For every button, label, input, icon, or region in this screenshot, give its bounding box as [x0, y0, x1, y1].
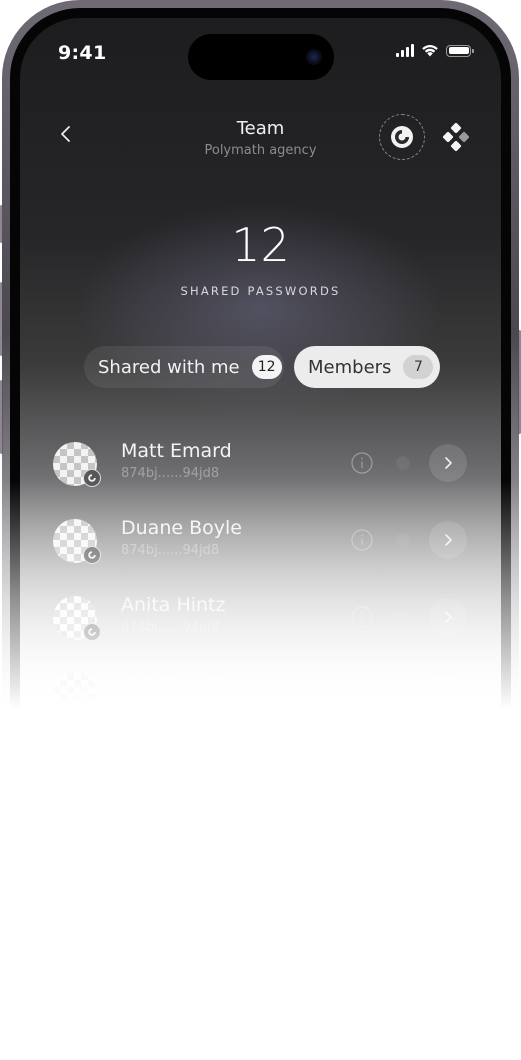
avatar — [53, 673, 97, 717]
app-logo-icon — [83, 469, 101, 487]
status-dot — [396, 456, 410, 470]
app-logo-icon — [83, 623, 101, 641]
tab-members[interactable]: Members 7 — [294, 346, 440, 388]
status-dot — [396, 610, 410, 624]
tab-label: Members — [308, 356, 392, 378]
cellular-signal-icon — [396, 44, 414, 57]
app-logo-icon — [391, 126, 413, 148]
page-subtitle: Polymath agency — [204, 143, 317, 158]
member-name: Matt Emard — [121, 440, 232, 462]
phone-screen: 9:41 Team Polymath agency 12 SHARED PASS… — [20, 18, 501, 740]
camera-icon — [306, 49, 322, 65]
battery-icon — [446, 44, 474, 57]
count-badge: 7 — [403, 355, 434, 379]
four-diamond-dots-icon[interactable] — [440, 121, 472, 153]
tab-shared-with-me[interactable]: Shared with me 12 — [84, 346, 284, 388]
list-item[interactable]: Jackie Ryan — [20, 667, 501, 727]
shared-password-label: SHARED PASSWORDS — [180, 284, 341, 298]
status-dot — [396, 533, 410, 547]
shared-password-count: 12 — [231, 218, 290, 272]
member-name: Anita Hintz — [121, 594, 226, 616]
info-icon[interactable] — [350, 451, 374, 475]
page-title: Team — [236, 118, 285, 139]
status-time: 9:41 — [58, 42, 107, 64]
chevron-right-icon — [445, 688, 452, 700]
app-logo-button[interactable] — [379, 114, 425, 160]
tab-label: Shared with me — [98, 356, 240, 378]
member-key-hash: 874bj......94jd8 — [121, 620, 220, 635]
open-member-button[interactable] — [429, 675, 467, 713]
list-item[interactable]: Anita Hintz 874bj......94jd8 — [20, 590, 501, 650]
open-member-button[interactable] — [429, 598, 467, 636]
status-icons — [396, 44, 474, 57]
chevron-right-icon — [445, 457, 452, 469]
wifi-icon — [422, 45, 438, 57]
chevron-right-icon — [445, 534, 452, 546]
open-member-button[interactable] — [429, 521, 467, 559]
list-item[interactable]: Duane Boyle 874bj......94jd8 — [20, 513, 501, 573]
info-icon[interactable] — [350, 605, 374, 629]
app-logo-icon — [83, 546, 101, 564]
chevron-right-icon — [445, 611, 452, 623]
member-key-hash: 874bj......94jd8 — [121, 543, 220, 558]
info-icon[interactable] — [350, 528, 374, 552]
dynamic-island — [188, 34, 334, 80]
list-item[interactable]: Matt Emard 874bj......94jd8 — [20, 436, 501, 496]
member-key-hash: 874bj......94jd8 — [121, 466, 220, 481]
member-name: Duane Boyle — [121, 517, 242, 539]
count-badge: 12 — [251, 355, 282, 379]
member-name: Jackie Ryan — [121, 671, 230, 693]
open-member-button[interactable] — [429, 444, 467, 482]
